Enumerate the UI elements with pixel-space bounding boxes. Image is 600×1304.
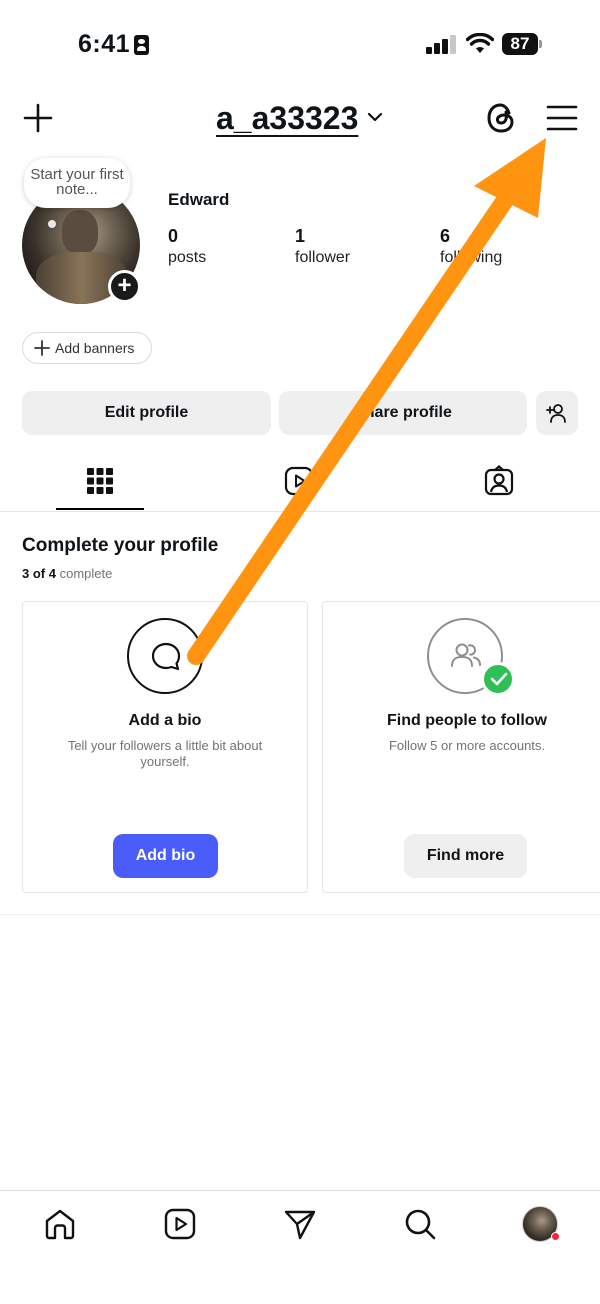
card-title: Add a bio bbox=[128, 712, 202, 729]
chevron-down-icon[interactable] bbox=[367, 111, 383, 123]
id-card-icon bbox=[134, 35, 149, 55]
stat-value: 1 bbox=[295, 226, 306, 246]
plus-icon bbox=[34, 340, 50, 356]
notification-dot bbox=[551, 1232, 560, 1241]
stat-following[interactable]: 6 following bbox=[440, 226, 502, 267]
active-tab-indicator bbox=[56, 508, 144, 510]
bio-icon-circle bbox=[127, 618, 203, 694]
add-banners-button[interactable]: Add banners bbox=[22, 332, 152, 364]
card-description: Follow 5 or more accounts. bbox=[388, 738, 546, 753]
complete-profile-title: Complete your profile bbox=[22, 535, 219, 556]
stat-label: follower bbox=[295, 249, 351, 266]
find-people-card: Find people to follow Follow 5 or more a… bbox=[322, 601, 600, 893]
progress-suffix: complete bbox=[59, 566, 113, 581]
add-banners-label: Add banners bbox=[55, 340, 135, 356]
cellular-signal-icon bbox=[426, 34, 458, 54]
card-description: Tell your followers a little bit about y… bbox=[67, 738, 263, 769]
wifi-icon bbox=[466, 33, 494, 53]
username-switcher[interactable]: a_a33323 bbox=[216, 100, 358, 137]
tabs-divider bbox=[0, 511, 600, 512]
stat-label: following bbox=[440, 249, 503, 266]
add-person-icon bbox=[546, 404, 566, 423]
add-story-icon[interactable]: + bbox=[108, 270, 141, 303]
grid-icon[interactable] bbox=[84, 465, 116, 497]
tagged-icon[interactable] bbox=[483, 465, 515, 497]
share-profile-button[interactable]: Share profile bbox=[279, 391, 527, 435]
card-title: Find people to follow bbox=[387, 712, 547, 729]
menu-icon[interactable] bbox=[546, 104, 578, 132]
threads-icon[interactable] bbox=[484, 100, 518, 136]
speech-bubble-icon bbox=[151, 642, 181, 671]
section-divider bbox=[0, 914, 600, 915]
add-bio-button[interactable]: Add bio bbox=[113, 834, 218, 878]
plus-icon[interactable] bbox=[22, 102, 54, 134]
find-more-button[interactable]: Find more bbox=[404, 834, 527, 878]
stat-posts[interactable]: 0 posts bbox=[168, 226, 206, 267]
stat-label: posts bbox=[168, 249, 207, 266]
note-bubble[interactable]: Start your first note... bbox=[24, 158, 130, 208]
stat-value: 6 bbox=[440, 226, 451, 246]
complete-profile-progress: 3 of 4 complete bbox=[22, 566, 112, 581]
status-time: 6:41 bbox=[78, 30, 131, 58]
home-icon[interactable] bbox=[43, 1207, 77, 1241]
battery-indicator: 87 bbox=[502, 33, 542, 55]
profile-name: Edward bbox=[168, 190, 230, 209]
bottom-nav-divider bbox=[0, 1190, 600, 1191]
edit-profile-button[interactable]: Edit profile bbox=[22, 391, 271, 435]
reels-icon[interactable] bbox=[163, 1207, 197, 1241]
direct-message-icon[interactable] bbox=[283, 1207, 317, 1241]
stat-value: 0 bbox=[168, 226, 179, 246]
search-icon[interactable] bbox=[403, 1207, 437, 1241]
stat-followers[interactable]: 1 follower bbox=[295, 226, 350, 267]
progress-count: 3 of 4 bbox=[22, 566, 56, 581]
add-bio-card: Add a bio Tell your followers a little b… bbox=[22, 601, 308, 893]
reels-icon[interactable] bbox=[283, 465, 315, 497]
battery-level: 87 bbox=[502, 33, 538, 55]
note-bubble-tail bbox=[48, 220, 56, 228]
people-icon bbox=[451, 643, 481, 667]
check-icon bbox=[481, 662, 515, 696]
discover-people-button[interactable] bbox=[536, 391, 578, 435]
